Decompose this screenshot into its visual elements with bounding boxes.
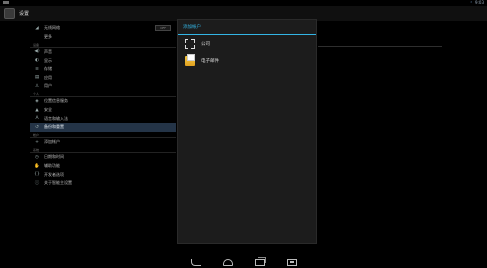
settings-item-language[interactable]: A 语言和输入法 — [30, 114, 176, 123]
home-icon[interactable] — [222, 258, 233, 266]
settings-item-sound[interactable]: ◀) 声音 — [30, 48, 176, 57]
recent-apps-icon[interactable] — [254, 256, 266, 266]
developer-icon: {} — [34, 172, 40, 178]
display-icon: ◐ — [35, 58, 39, 64]
navigation-bar — [0, 256, 487, 268]
settings-item-label: 显示 — [44, 57, 52, 63]
settings-item-users[interactable]: ♙ 用户 — [30, 82, 176, 91]
settings-item-label: 日期和时间 — [44, 154, 64, 160]
security-icon: ▲ — [35, 107, 39, 113]
settings-item-clock[interactable]: ◷ 日期和时间 — [30, 153, 176, 162]
settings-item-label: 无线网络 — [44, 25, 60, 31]
settings-item-label: 存储 — [44, 66, 52, 72]
location-icon: ◈ — [35, 98, 39, 104]
wifi-toggle[interactable]: OFF — [155, 25, 171, 32]
settings-item-label: 安全 — [44, 107, 52, 113]
apps-icon: ▤ — [34, 75, 40, 81]
settings-item-label: 声音 — [44, 48, 52, 54]
settings-app-icon[interactable] — [4, 8, 15, 19]
dialog-title: 添加帐户 — [178, 20, 316, 35]
add-account-dialog: 添加帐户 公司 电子邮件 — [177, 19, 317, 244]
email-icon — [185, 53, 195, 66]
back-icon[interactable] — [190, 258, 201, 266]
settings-item-about[interactable]: ⓘ 关于智能主设置 — [30, 179, 176, 188]
settings-item-backup[interactable]: ↺ 备份和重置 — [30, 122, 176, 132]
settings-item-label: 位置信息服务 — [44, 98, 68, 104]
settings-item-display[interactable]: ◐ 显示 — [30, 56, 176, 65]
settings-item-label: 添加帐户 — [44, 139, 60, 145]
settings-item-label: 开发者选项 — [44, 171, 64, 177]
option-label: 电子邮件 — [201, 58, 219, 64]
settings-item-label: 语言和输入法 — [44, 115, 68, 121]
settings-item-wifi[interactable]: ◢ 无线网络 OFF — [30, 24, 176, 33]
settings-item-label: 关于智能主设置 — [44, 180, 72, 186]
option-email[interactable]: 电子邮件 — [178, 52, 316, 69]
settings-item-accessibility[interactable]: ✋ 辅助功能 — [30, 162, 176, 171]
wifi-icon: ◢ — [35, 25, 39, 31]
settings-item-label: 更多 — [44, 33, 52, 39]
detail-divider — [318, 46, 442, 47]
settings-item-location[interactable]: ◈ 位置信息服务 — [30, 97, 176, 106]
settings-item-label: 备份和重置 — [44, 124, 64, 130]
settings-item-label: 应用 — [44, 74, 52, 80]
page-title: 设置 — [19, 11, 30, 17]
add-account-icon: + — [35, 139, 39, 145]
settings-item-more[interactable]: 更多 — [30, 33, 176, 42]
settings-item-apps[interactable]: ▤ 应用 — [30, 73, 176, 82]
about-icon: ⓘ — [34, 181, 40, 187]
clock-icon: ◷ — [35, 154, 39, 160]
option-label: 公司 — [201, 41, 210, 47]
storage-icon: ≡ — [35, 66, 39, 72]
settings-item-label: 辅助功能 — [44, 163, 60, 169]
settings-item-security[interactable]: ▲ 安全 — [30, 106, 176, 115]
users-icon: ♙ — [34, 83, 40, 89]
option-corporate[interactable]: 公司 — [178, 35, 316, 52]
settings-item-add-account[interactable]: + 添加帐户 — [30, 138, 176, 147]
notification-icon — [3, 1, 9, 4]
sound-icon: ◀) — [34, 49, 40, 55]
settings-item-developer[interactable]: {} 开发者选项 — [30, 170, 176, 179]
corporate-icon — [184, 37, 196, 50]
settings-item-storage[interactable]: ≡ 存储 — [30, 65, 176, 74]
backup-icon: ↺ — [35, 124, 39, 130]
settings-item-label: 用户 — [44, 83, 52, 89]
language-icon: A — [35, 116, 39, 122]
accessibility-icon: ✋ — [34, 163, 40, 169]
settings-list: ◢ 无线网络 OFF 更多 设备 ◀) 声音 ◐ 显示 ≡ 存储 ▤ 应用 ♙ 用户 个人 ◈ 位置信息服务 ▲ 安全… — [30, 24, 176, 188]
screenshot-icon[interactable] — [286, 258, 297, 266]
